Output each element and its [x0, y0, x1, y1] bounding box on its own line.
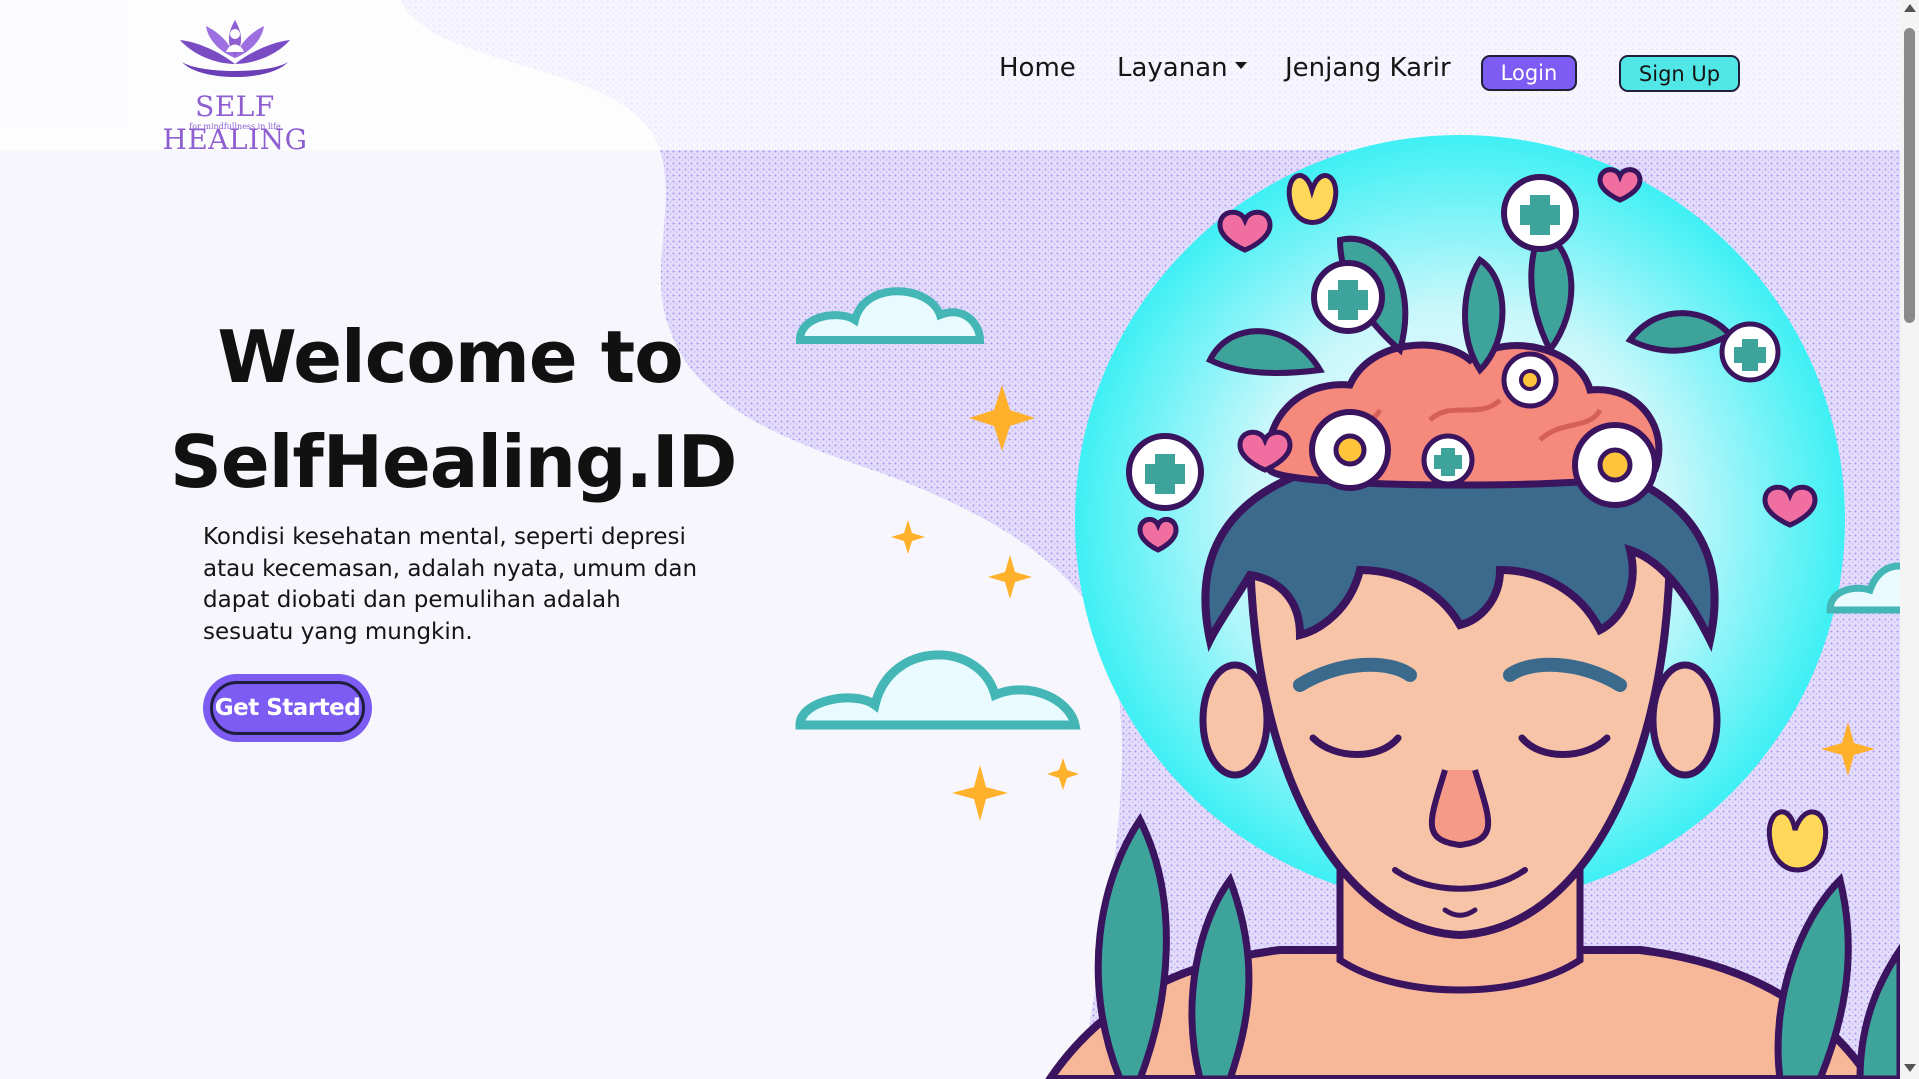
- scroll-up-arrow-icon[interactable]: [1904, 4, 1916, 12]
- hero-title: Welcome to SelfHealing.ID: [170, 305, 737, 515]
- brand-tagline: for mindfullness in life: [189, 122, 281, 131]
- caret-down-icon: [1234, 62, 1247, 69]
- page: SELF HEALING for mindfullness in life Ho…: [0, 0, 1900, 1079]
- hero-title-line2: SelfHealing.ID: [170, 420, 737, 504]
- get-started-button[interactable]: Get Started: [203, 674, 372, 742]
- nav-jenjang-karir[interactable]: Jenjang Karir: [1285, 53, 1451, 83]
- cloud-icon: [795, 287, 985, 344]
- scrollbar-thumb[interactable]: [1904, 28, 1915, 323]
- get-started-label: Get Started: [210, 681, 365, 735]
- signup-button[interactable]: Sign Up: [1619, 55, 1740, 92]
- logo[interactable]: SELF HEALING for mindfullness in life: [140, 12, 330, 156]
- nav-layanan-label: Layanan: [1117, 53, 1228, 83]
- vertical-scrollbar[interactable]: [1900, 0, 1919, 1079]
- hero-title-line1: Welcome to: [217, 315, 683, 399]
- cloud-icon: [795, 650, 1081, 730]
- scroll-down-arrow-icon[interactable]: [1904, 1064, 1916, 1072]
- nav-home[interactable]: Home: [999, 53, 1076, 83]
- hero-description: Kondisi kesehatan mental, seperti depres…: [203, 524, 698, 645]
- lotus-meditation-logo-icon: [180, 20, 290, 77]
- login-button[interactable]: Login: [1481, 55, 1577, 91]
- nav-layanan-dropdown[interactable]: Layanan: [1117, 53, 1247, 83]
- meditating-person-brain-flowers-illustration: [795, 135, 1900, 1079]
